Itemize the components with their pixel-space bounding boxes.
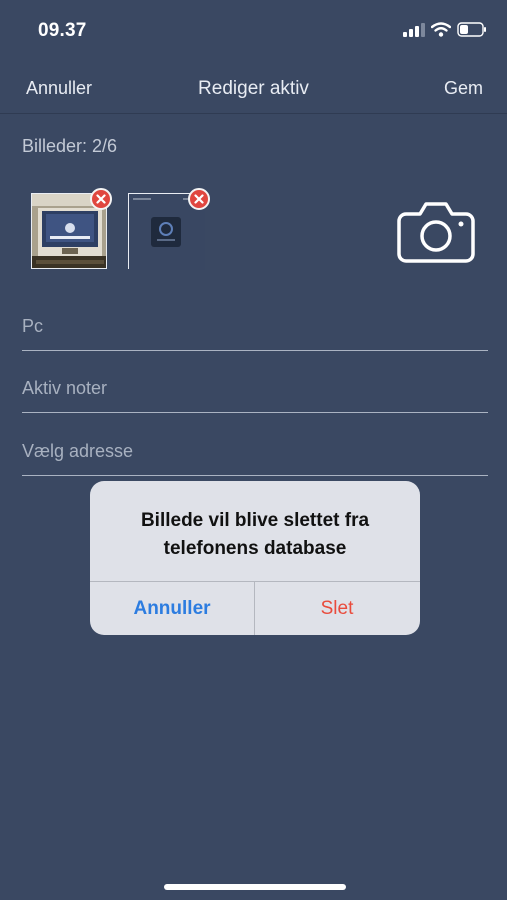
add-photo-button[interactable]: [396, 198, 476, 264]
images-count-label: Billeder: 2/6: [22, 136, 118, 156]
camera-icon: [397, 202, 475, 263]
dialog-delete-button[interactable]: Slet: [255, 582, 419, 635]
close-icon: [96, 194, 106, 204]
status-bar: 09.37: [0, 0, 507, 62]
remove-photo-2-button[interactable]: [188, 188, 210, 210]
asset-name-value: Pc: [22, 316, 44, 336]
battery-icon: [457, 22, 487, 42]
save-nav-button[interactable]: Gem: [444, 78, 483, 99]
asset-name-field[interactable]: Pc: [22, 303, 488, 351]
close-icon: [194, 194, 204, 204]
dialog-message: Billede vil blive slettet fra telefonens…: [140, 510, 370, 559]
status-time: 09.37: [38, 20, 87, 41]
status-icons: [403, 22, 487, 42]
home-indicator[interactable]: [164, 884, 346, 890]
asset-notes-field[interactable]: Aktiv noter: [22, 365, 488, 413]
dialog-cancel-button[interactable]: Annuller: [90, 582, 254, 635]
page-title: Rediger aktiv: [198, 78, 309, 99]
cancel-nav-button[interactable]: Annuller: [26, 78, 92, 99]
remove-photo-1-button[interactable]: [90, 188, 112, 210]
signal-icon: [403, 22, 425, 42]
address-select-field[interactable]: Vælg adresse: [22, 428, 488, 476]
navigation-bar: Annuller Rediger aktiv Gem: [0, 62, 507, 114]
asset-notes-placeholder: Aktiv noter: [22, 378, 108, 398]
address-placeholder: Vælg adresse: [22, 441, 134, 461]
wifi-icon: [430, 22, 452, 42]
delete-confirmation-dialog: Billede vil blive slettet fra telefonens…: [90, 481, 420, 635]
